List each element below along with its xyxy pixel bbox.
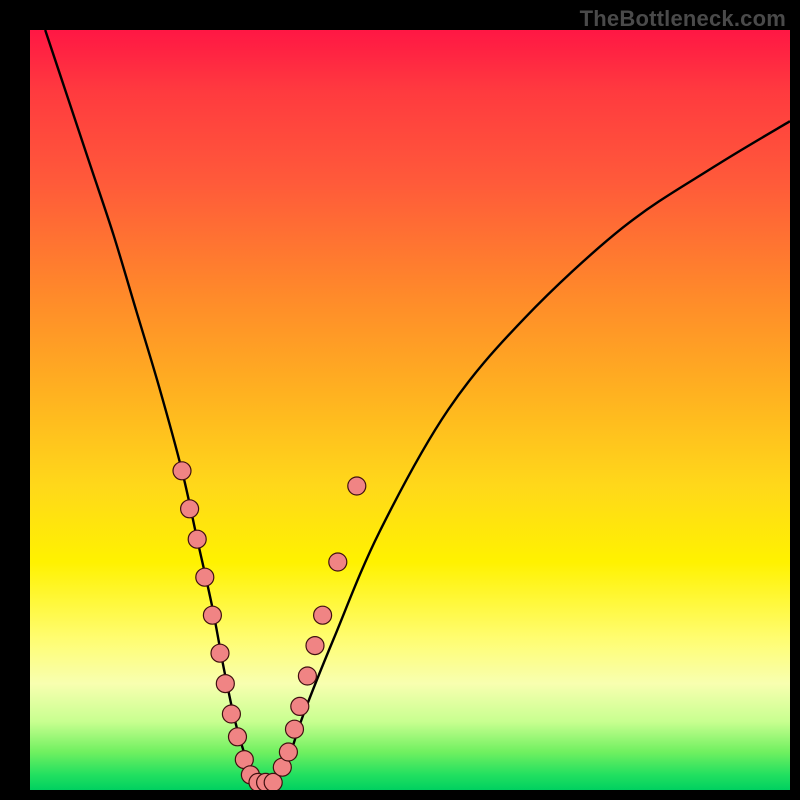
bottleneck-curve-svg — [30, 30, 790, 790]
data-marker — [314, 606, 332, 624]
plot-area — [30, 30, 790, 790]
data-marker — [173, 462, 191, 480]
data-marker — [228, 728, 246, 746]
data-marker — [298, 667, 316, 685]
data-marker — [216, 675, 234, 693]
marker-group — [173, 462, 366, 790]
data-marker — [196, 568, 214, 586]
data-marker — [222, 705, 240, 723]
data-marker — [181, 500, 199, 518]
data-marker — [211, 644, 229, 662]
data-marker — [306, 637, 324, 655]
data-marker — [291, 697, 309, 715]
watermark-text: TheBottleneck.com — [580, 6, 786, 32]
data-marker — [329, 553, 347, 571]
data-marker — [188, 530, 206, 548]
bottleneck-curve-path — [45, 30, 790, 784]
data-marker — [203, 606, 221, 624]
data-marker — [348, 477, 366, 495]
data-marker — [285, 720, 303, 738]
chart-frame: TheBottleneck.com — [0, 0, 800, 800]
data-marker — [279, 743, 297, 761]
